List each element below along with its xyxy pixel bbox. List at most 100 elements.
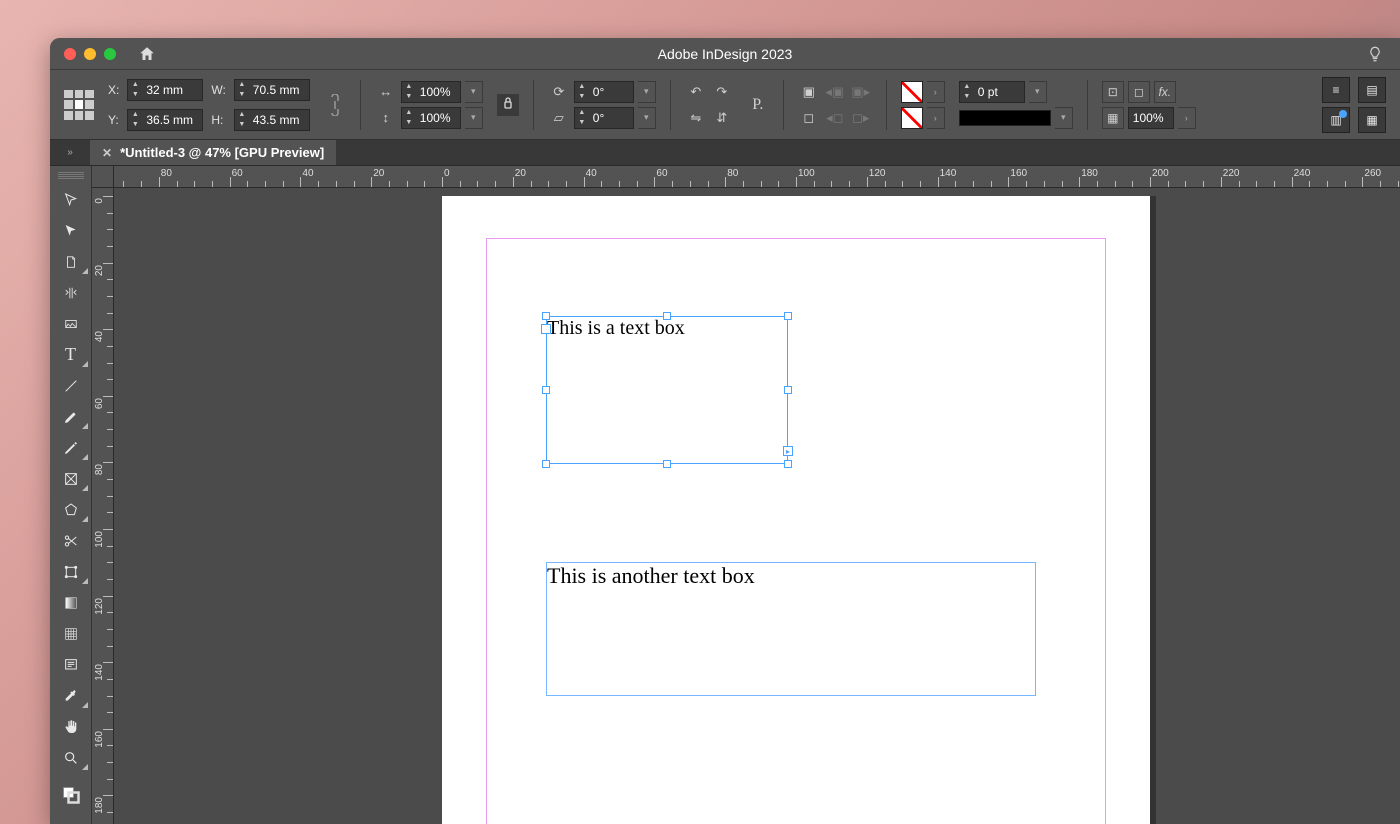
selection-handle[interactable] [784,460,792,468]
shear-dropdown[interactable]: ▾ [638,107,656,129]
scale-x-dropdown[interactable]: ▾ [465,81,483,103]
home-icon[interactable] [138,45,156,63]
h-field[interactable]: ▲▼ [234,109,310,131]
direct-selection-tool[interactable] [51,215,91,246]
pencil-tool[interactable] [51,432,91,463]
stroke-style-dropdown[interactable]: ▾ [1055,107,1073,129]
opacity-field[interactable] [1128,107,1174,129]
rotate-cw-icon[interactable]: ↷ [711,81,733,103]
select-container-icon[interactable]: ▣ [798,81,820,103]
text-wrap-toggle[interactable]: ≡ [1322,77,1350,103]
selection-handle[interactable] [663,460,671,468]
opacity-input[interactable] [1129,111,1173,125]
ruler-origin[interactable] [92,166,114,188]
polygon-tool[interactable] [51,494,91,525]
free-transform-tool[interactable] [51,556,91,587]
opacity-dropdown[interactable]: › [1178,107,1196,129]
fill-stroke-toggle[interactable] [51,779,91,810]
select-content-icon[interactable]: ◻ [798,107,820,129]
scale-x-input[interactable] [416,85,460,99]
selection-handle[interactable] [663,312,671,320]
selection-handle[interactable] [784,312,792,320]
effects-icon[interactable]: fx. [1154,81,1176,103]
constrain-wh-icon[interactable] [324,94,346,116]
selection-handle[interactable] [784,386,792,394]
w-input[interactable] [249,83,309,97]
y-input[interactable] [142,113,202,127]
vertical-ruler[interactable]: 020406080100120140160180200 [92,188,114,824]
flip-h-icon[interactable]: ⇋ [685,107,707,129]
gap-tool[interactable] [51,277,91,308]
corner-toggle[interactable]: ▤ [1358,77,1386,103]
scale-y-input[interactable] [416,111,460,125]
document-tab[interactable]: ✕ *Untitled-3 @ 47% [GPU Preview] [90,140,336,165]
fill-swatch[interactable] [901,81,923,103]
rectangle-frame-tool[interactable] [51,463,91,494]
select-next-icon[interactable]: ▣▸ [850,81,872,103]
type-tool[interactable]: T [51,339,91,370]
shear-field[interactable]: ▲▼ [574,107,634,129]
gradient-swatch-tool[interactable] [51,587,91,618]
h-input[interactable] [249,113,309,127]
canvas-stage[interactable]: This is a text box This is another text … [114,188,1400,824]
stroke-style-swatch[interactable] [959,110,1051,126]
select-next2-icon[interactable]: ◻▸ [850,107,872,129]
scale-x-field[interactable]: ▲▼ [401,81,461,103]
x-input[interactable] [142,83,202,97]
fill-dropdown[interactable]: › [927,81,945,103]
scale-y-dropdown[interactable]: ▾ [465,107,483,129]
scissors-tool[interactable] [51,525,91,556]
select-prev2-icon[interactable]: ◂◻ [824,107,846,129]
x-field[interactable]: ▲▼ [127,79,203,101]
text-frame-b-text: This is another text box [547,563,755,588]
pen-tool[interactable] [51,401,91,432]
y-field[interactable]: ▲▼ [127,109,203,131]
out-port-handle[interactable]: ▸ [783,446,793,456]
content-collector-tool[interactable] [51,308,91,339]
page-tool[interactable] [51,246,91,277]
rotate-ccw-icon[interactable]: ↶ [685,81,707,103]
horizontal-ruler[interactable]: 1008060402002040608010012014016018020022… [114,166,1400,188]
tab-scroll-icon[interactable]: » [50,140,90,165]
stroke-weight-dropdown[interactable]: ▾ [1029,81,1047,103]
scale-y-field[interactable]: ▲▼ [401,107,461,129]
in-port-handle[interactable] [541,324,551,334]
stroke-weight-field[interactable]: ▲▼ [959,81,1025,103]
note-tool[interactable] [51,649,91,680]
zoom-tool[interactable] [51,742,91,773]
align-toggle[interactable]: ▥ [1322,107,1350,133]
text-frame-unselected[interactable]: This is another text box [546,562,1036,696]
rotation-input[interactable] [589,85,633,99]
drop-shadow-icon[interactable]: ◻ [1128,81,1150,103]
hand-tool[interactable] [51,711,91,742]
reference-point-grid[interactable] [64,90,94,120]
minimize-window-button[interactable] [84,48,96,60]
gradient-feather-tool[interactable] [51,618,91,649]
char-orient-icon[interactable]: P. [747,94,769,116]
shear-input[interactable] [589,111,633,125]
eyedropper-tool[interactable] [51,680,91,711]
line-tool[interactable] [51,370,91,401]
rotation-dropdown[interactable]: ▾ [638,81,656,103]
tips-icon[interactable] [1366,45,1384,63]
zoom-window-button[interactable] [104,48,116,60]
constrain-scale-icon[interactable] [497,94,519,116]
selection-handle[interactable] [542,460,550,468]
selection-handle[interactable] [542,386,550,394]
stroke-dropdown[interactable]: › [927,107,945,129]
stroke-swatch[interactable] [901,107,923,129]
frame-fit-toggle[interactable]: ▦ [1358,107,1386,133]
close-tab-icon[interactable]: ✕ [102,146,112,160]
text-frame-selected[interactable]: This is a text box [546,316,788,464]
flip-v-icon[interactable]: ⇵ [711,107,733,129]
tool-grip[interactable] [58,172,84,180]
auto-fit-icon[interactable]: ⊡ [1102,81,1124,103]
rotation-field[interactable]: ▲▼ [574,81,634,103]
close-window-button[interactable] [64,48,76,60]
w-field[interactable]: ▲▼ [234,79,310,101]
stroke-weight-input[interactable] [974,85,1024,99]
selection-handle[interactable] [542,312,550,320]
selection-tool[interactable] [51,184,91,215]
position-size-group: X: ▲▼ W: ▲▼ Y: ▲▼ H: ▲▼ [108,79,310,131]
select-prev-icon[interactable]: ◂▣ [824,81,846,103]
